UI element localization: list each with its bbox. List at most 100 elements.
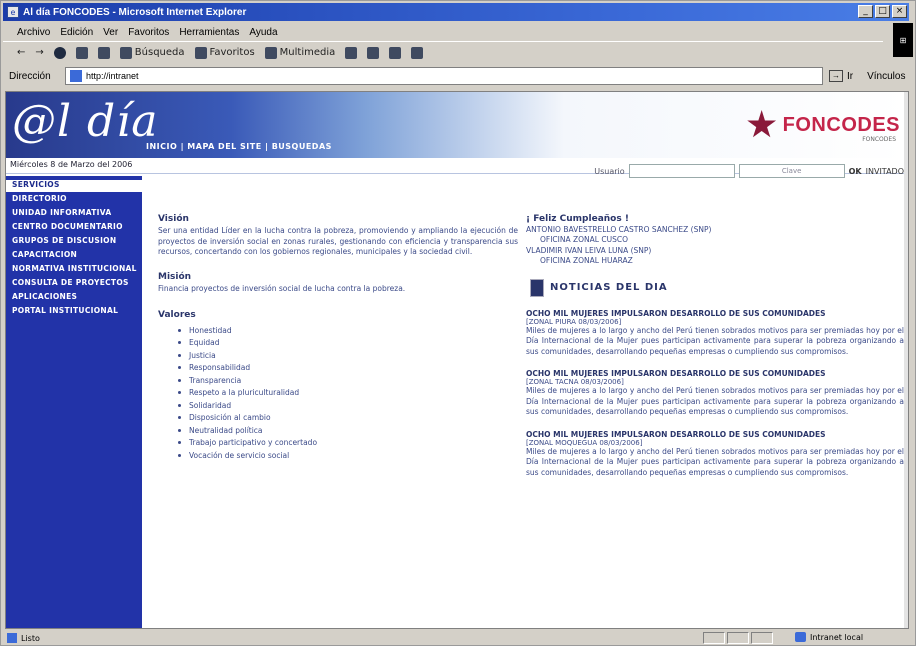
user-input[interactable] [628,164,735,178]
sidebar-item-unidad-informativa[interactable]: UNIDAD INFORMATIVA [12,208,142,220]
menu-herramientas[interactable]: Herramientas [179,27,239,38]
valor-label: Solidaridad [189,400,232,410]
edit-button[interactable] [411,46,424,59]
media-button[interactable]: Multimedia [264,46,336,59]
current-date: Miércoles 8 de Marzo del 2006 [10,160,133,169]
valor-label: Responsabilidad [189,363,251,373]
edit-icon [411,46,424,59]
security-zone: Intranet local [795,632,863,642]
title-bar[interactable]: e Al día FONCODES - Microsoft Internet E… [3,3,909,21]
stop-button[interactable] [53,46,66,59]
list-item: Trabajo participativo y concertado [178,437,518,450]
news-headline[interactable]: OCHO MIL MUJERES IMPULSARON DESARROLLO D… [526,430,904,439]
valor-label: Neutralidad política [189,425,263,435]
refresh-icon [75,46,88,59]
sidebar-item-portal[interactable]: PORTAL INSTITUCIONAL [12,306,142,318]
page-viewport: @l día INICIO | MAPA DEL SITE | BUSQUEDA… [5,91,909,629]
foncodes-brand: FONCODES [782,113,900,136]
vertical-scrollbar[interactable] [904,92,908,628]
mail-button[interactable] [367,46,380,59]
ok-button[interactable]: OK [849,167,862,176]
valor-label: Disposición al cambio [189,413,271,423]
intranet-zone-icon [795,632,806,642]
news-date: [ZONAL TACNA 08/03/2006] [526,378,624,386]
news-date: [ZONAL MOQUEGUA 08/03/2006] [526,438,643,447]
news-headline[interactable]: OCHO MIL MUJERES IMPULSARON DESARROLLO D… [526,369,904,378]
sidebar-item-servicios[interactable]: SERVICIOS [6,180,142,192]
page-status-icon [7,633,17,643]
list-item: Equidad [178,337,518,350]
valor-label: Trabajo participativo y concertado [189,438,318,448]
history-button[interactable] [345,46,358,59]
address-input[interactable]: http://intranet [65,67,823,85]
valor-label: Vocación de servicio social [189,450,290,460]
sidebar-item-directorio[interactable]: DIRECTORIO [12,194,142,206]
print-button[interactable] [389,46,402,59]
minimize-button[interactable]: _ [858,5,873,18]
status-bar: Listo Intranet local [3,631,909,645]
go-label: Ir [847,70,854,82]
page-icon [70,70,82,82]
birthday-title: ¡ Feliz Cumpleaños ! [526,214,629,224]
foncodes-star-icon [747,110,777,138]
window-title: Al día FONCODES - Microsoft Internet Exp… [23,6,247,18]
mision-title: Misión [158,271,192,282]
sidebar-item-consulta-proyectos[interactable]: CONSULTA DE PROYECTOS [12,278,142,290]
back-button[interactable]: ← [17,47,25,58]
sidebar-item-centro-documentario[interactable]: CENTRO DOCUMENTARIO [12,222,142,234]
go-arrow-icon: → [829,70,843,82]
menu-ayuda[interactable]: Ayuda [249,27,277,38]
bullet-icon [178,341,181,345]
favorites-button[interactable]: Favoritos [194,46,255,59]
status-cell [751,632,773,644]
menu-edicion[interactable]: Edición [60,27,93,38]
news-header: NOTICIAS DEL DIA [530,278,904,297]
refresh-button[interactable] [75,46,88,59]
bullet-icon [178,416,181,420]
news-item: OCHO MIL MUJERES IMPULSARON DESARROLLO D… [526,369,904,418]
password-input[interactable]: Clave [738,164,845,178]
media-label: Multimedia [279,47,336,58]
news-headline[interactable]: OCHO MIL MUJERES IMPULSARON DESARROLLO D… [526,309,904,318]
valor-label: Respeto a la pluriculturalidad [189,388,300,398]
links-button[interactable]: Vínculos [867,71,905,82]
valor-label: Justicia [189,350,216,360]
news-body: Miles de mujeres a lo largo y ancho del … [526,446,904,477]
menu-ver[interactable]: Ver [103,27,118,38]
list-item: Vocación de servicio social [178,449,518,462]
favorites-icon [194,46,207,59]
bullet-icon [178,353,181,357]
birthday-office: OFICINA ZONAL HUARAZ [540,256,633,265]
windows-logo-icon: ⊞ [893,23,913,57]
bullet-icon [178,378,181,382]
sidebar-item-aplicaciones[interactable]: APLICACIONES [12,292,142,304]
top-nav[interactable]: INICIO | MAPA DEL SITE | BUSQUEDAS [146,142,332,151]
sidebar: SERVICIOS DIRECTORIO UNIDAD INFORMATIVA … [6,176,142,628]
search-button[interactable]: Búsqueda [119,46,185,59]
status-text: Listo [21,633,40,643]
menu-bar: Archivo Edición Ver Favoritos Herramient… [3,23,909,41]
login-bar: Usuario Clave OK INVITADO [594,160,908,182]
sidebar-item-normativa[interactable]: NORMATIVA INSTITUCIONAL [12,264,142,276]
home-button[interactable] [97,46,110,59]
sidebar-item-grupos-discusion[interactable]: GRUPOS DE DISCUSION [12,236,142,248]
right-column: ¡ Feliz Cumpleaños ! ANTONIO BAVESTRELLO… [526,214,904,490]
close-button[interactable]: × [892,5,907,18]
site-logo[interactable]: @l día [12,96,159,147]
user-label: Usuario [594,166,625,176]
menu-favoritos[interactable]: Favoritos [128,27,169,38]
valor-label: Honestidad [189,325,232,335]
sidebar-item-capacitacion[interactable]: CAPACITACION [12,250,142,262]
site-banner: @l día INICIO | MAPA DEL SITE | BUSQUEDA… [6,92,906,158]
maximize-button[interactable]: □ [875,5,890,18]
go-button[interactable]: → Ir [829,70,853,82]
address-url: http://intranet [86,71,139,81]
news-item: OCHO MIL MUJERES IMPULSARON DESARROLLO D… [526,430,904,479]
valor-label: Transparencia [189,375,242,385]
menu-archivo[interactable]: Archivo [17,27,50,38]
birthday-section: ¡ Feliz Cumpleaños ! ANTONIO BAVESTRELLO… [526,214,904,267]
address-label: Dirección [9,70,51,82]
forward-button[interactable]: → [35,47,43,58]
valores-title: Valores [158,310,196,320]
media-icon [264,46,277,59]
